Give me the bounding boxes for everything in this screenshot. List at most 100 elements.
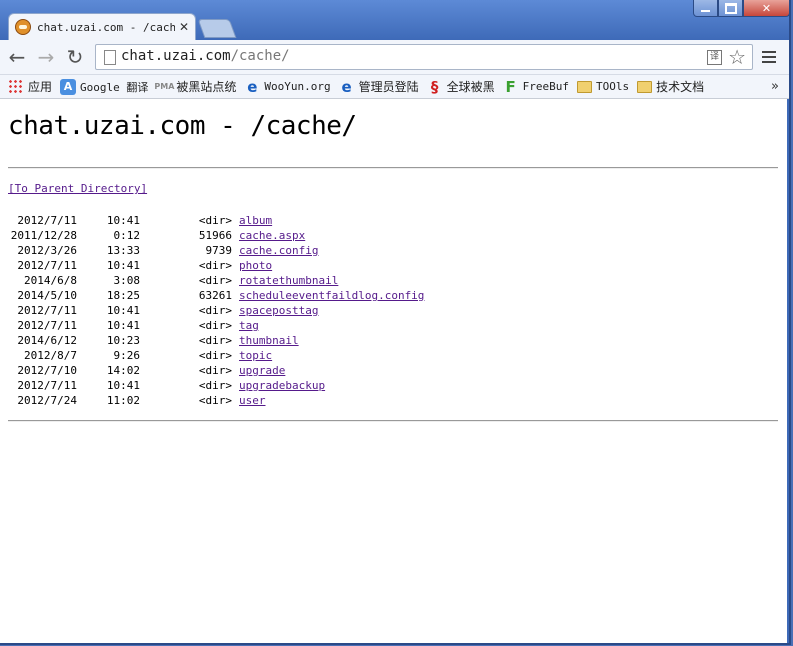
entry-time: 3:08	[113, 274, 141, 287]
entry-size: <dir>	[198, 214, 232, 227]
close-window-button[interactable]: ✕	[743, 0, 789, 17]
bookmark-google-translate[interactable]: A Google 翻译	[60, 78, 148, 95]
entry-date: 2012/7/24	[17, 394, 77, 407]
window-controls: ✕	[693, 0, 789, 18]
bookmark-folder-docs[interactable]: 技术文档	[637, 78, 704, 95]
entry-link[interactable]: cache.config	[239, 243, 318, 258]
bookmark-label: TOOls	[596, 80, 630, 93]
parent-directory-link[interactable]: [To Parent Directory]	[8, 182, 147, 195]
bookmark-label: 技术文档	[656, 80, 705, 94]
tab-strip: chat.uzai.com - /cache/ ✕ ✕	[0, 0, 789, 40]
translate-page-icon[interactable]: 译	[707, 50, 722, 65]
entry-date: 2014/6/8	[24, 274, 77, 287]
browser-toolbar: ← → ↻ chat.uzai.com/cache/ 译 ☆	[0, 40, 789, 75]
entry-time: 10:23	[106, 334, 140, 347]
entry-size: 63261	[198, 289, 232, 302]
entry-date: 2012/8/7	[24, 349, 77, 362]
bookmark-global-hacked[interactable]: § 全球被黑	[427, 77, 495, 96]
bookmark-folder-tools[interactable]: TOOls	[577, 80, 629, 93]
bookmarks-bar: 应用 A Google 翻译 PMA 被黑站点统 e WooYun.org e …	[0, 75, 789, 99]
entry-time: 0:12	[113, 229, 141, 242]
entry-time: 10:41	[106, 259, 140, 272]
entry-link[interactable]: thumbnail	[239, 333, 299, 348]
pma-icon: PMA	[154, 82, 175, 91]
tab-close-icon[interactable]: ✕	[179, 20, 189, 34]
red-swirl-icon: §	[430, 77, 439, 96]
entry-size: <dir>	[198, 364, 232, 377]
active-tab[interactable]: chat.uzai.com - /cache/ ✕	[8, 13, 196, 40]
entry-link[interactable]: upgradebackup	[239, 378, 325, 393]
bookmark-freebuf[interactable]: F FreeBuf	[503, 77, 569, 96]
entry-link[interactable]: spaceposttag	[239, 303, 318, 318]
entry-link[interactable]: upgrade	[239, 363, 285, 378]
entry-size: 51966	[198, 229, 232, 242]
entry-link[interactable]: topic	[239, 348, 272, 363]
url-host: chat.uzai.com	[121, 48, 231, 64]
entry-date: 2011/12/28	[10, 229, 77, 242]
entry-size: <dir>	[198, 334, 232, 347]
entry-link[interactable]: album	[239, 213, 272, 228]
entry-time: 10:41	[106, 304, 140, 317]
entry-link[interactable]: scheduleeventfaildlog.config	[239, 288, 424, 303]
entry-time: 10:41	[106, 319, 140, 332]
entry-link[interactable]: photo	[239, 258, 272, 273]
bookmark-label: 管理员登陆	[358, 80, 419, 94]
minimize-icon	[701, 10, 710, 12]
divider	[8, 420, 778, 422]
entry-time: 9:26	[113, 349, 141, 362]
translate-icon: A	[60, 78, 77, 95]
bookmark-label: WooYun.org	[264, 80, 331, 93]
entry-time: 10:41	[106, 214, 140, 227]
address-bar[interactable]: chat.uzai.com/cache/ 译 ☆	[95, 44, 753, 70]
entry-date: 2012/7/11	[17, 379, 77, 392]
close-icon: ✕	[761, 1, 772, 15]
minimize-button[interactable]	[693, 0, 718, 17]
entry-size: 9739	[205, 244, 233, 257]
entry-size: <dir>	[198, 379, 232, 392]
entry-date: 2012/7/11	[17, 259, 77, 272]
entry-size: <dir>	[198, 349, 232, 362]
entry-link[interactable]: tag	[239, 318, 259, 333]
reload-button[interactable]: ↻	[64, 47, 86, 67]
bookmark-admin-login[interactable]: e 管理员登陆	[339, 78, 419, 96]
entry-date: 2012/7/11	[17, 304, 77, 317]
bookmark-label: 应用	[28, 80, 53, 94]
entry-time: 14:02	[106, 364, 140, 377]
entry-date: 2012/7/11	[17, 214, 77, 227]
new-tab-button[interactable]	[197, 19, 237, 38]
bookmark-hacked-sites[interactable]: PMA 被黑站点统	[154, 78, 237, 95]
bookmark-star-icon[interactable]: ☆	[728, 45, 746, 69]
tiger-favicon-icon	[15, 19, 31, 35]
entry-size: <dir>	[198, 259, 232, 272]
back-button[interactable]: ←	[6, 47, 28, 67]
entry-size: <dir>	[198, 319, 232, 332]
page-title: chat.uzai.com - /cache/	[8, 111, 357, 141]
entry-time: 18:25	[106, 289, 140, 302]
tab-title: chat.uzai.com - /cache/	[37, 20, 175, 34]
entry-time: 10:41	[106, 379, 140, 392]
bookmark-label: 全球被黑	[446, 80, 495, 94]
entry-date: 2012/7/10	[17, 364, 77, 377]
entry-size: <dir>	[198, 274, 232, 287]
entry-date: 2014/6/12	[17, 334, 77, 347]
maximize-icon	[724, 2, 737, 14]
maximize-button[interactable]	[718, 0, 743, 17]
more-bookmarks-chevron-icon[interactable]: »	[771, 79, 779, 94]
freebuf-icon: F	[505, 77, 516, 96]
entry-date: 2012/3/26	[17, 244, 77, 257]
page-icon	[104, 50, 116, 65]
bookmark-wooyun[interactable]: e WooYun.org	[244, 78, 331, 96]
browser-window: chat.uzai.com - /cache/ ✕ ✕ ← → ↻ chat.u…	[0, 0, 791, 645]
bookmark-label: 被黑站点统	[176, 80, 237, 94]
page-content: chat.uzai.com - /cache/ [To Parent Direc…	[0, 99, 787, 643]
chrome-menu-icon[interactable]	[762, 51, 776, 63]
url-path: /cache/	[230, 48, 290, 64]
entry-size: <dir>	[198, 394, 232, 407]
entry-link[interactable]: cache.aspx	[239, 228, 305, 243]
bookmark-apps[interactable]: 应用	[8, 78, 52, 95]
entry-link[interactable]: user	[239, 393, 266, 408]
forward-button[interactable]: →	[35, 47, 57, 67]
entry-link[interactable]: rotatethumbnail	[239, 273, 338, 288]
divider	[8, 167, 778, 169]
folder-icon	[577, 80, 593, 93]
